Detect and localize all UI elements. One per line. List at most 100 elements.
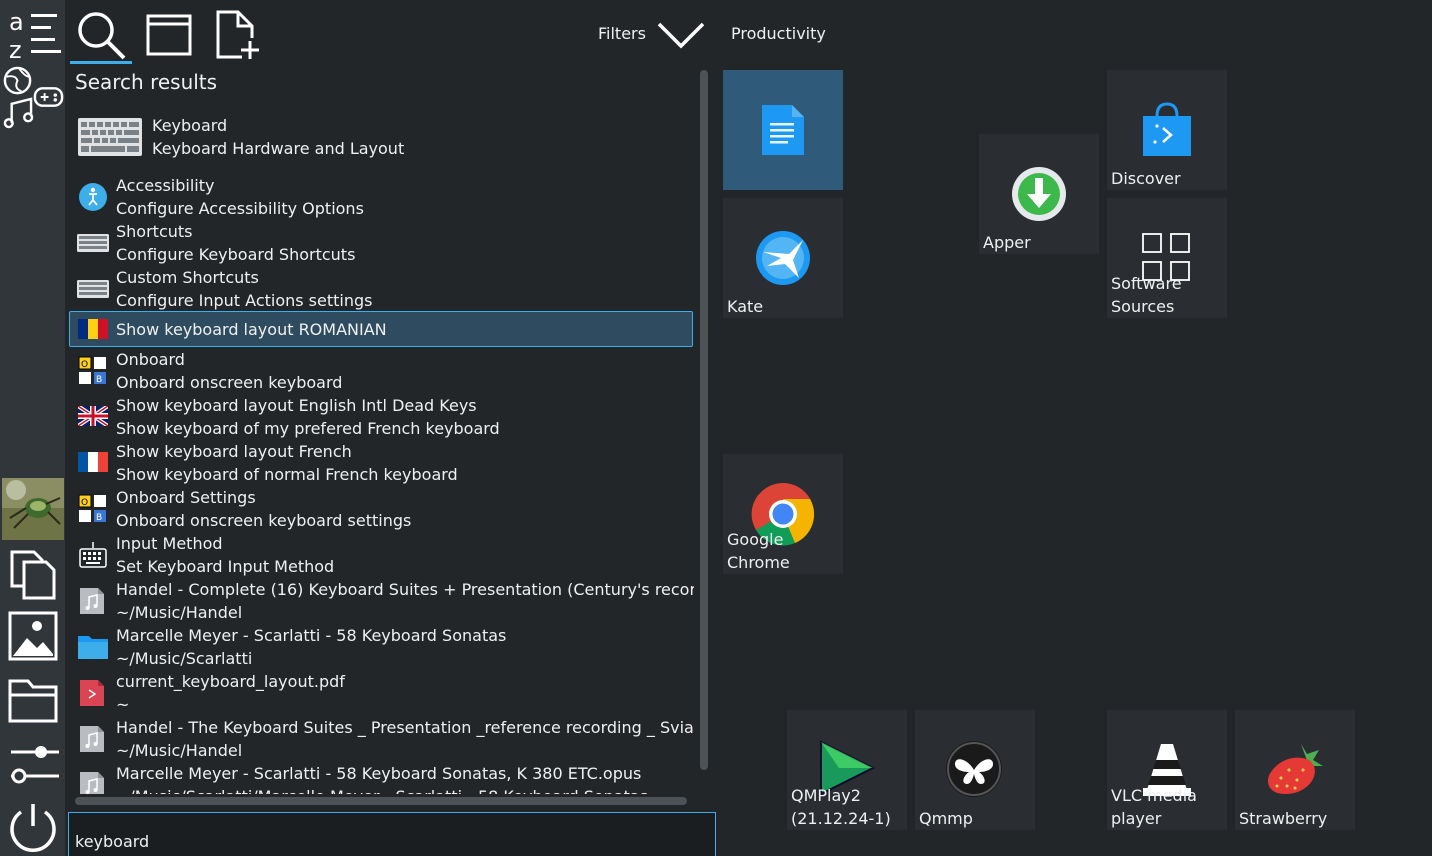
svg-text:a: a [9, 8, 24, 36]
qmmp-icon [945, 740, 1003, 802]
search-input[interactable] [68, 812, 716, 856]
svg-text:B: B [96, 513, 102, 523]
list-item[interactable]: Custom Shortcuts Configure Input Actions… [68, 266, 694, 312]
new-file-icon [216, 10, 259, 59]
list-item[interactable]: current_keyboard_layout.pdf ~ [68, 670, 694, 716]
list-item[interactable]: Show keyboard layout French Show keyboar… [68, 440, 694, 486]
keyboard-icon [78, 540, 108, 574]
result-subtitle: ~/Music/Scarlatti/Marcelle Meyer - Scarl… [116, 785, 648, 794]
audio-file-icon [78, 724, 106, 758]
app-tile-strawberry[interactable]: Strawberry [1235, 710, 1355, 830]
settings-sliders-icon[interactable] [2, 734, 64, 790]
vertical-scrollbar[interactable] [700, 70, 708, 770]
list-item[interactable]: Marcelle Meyer - Scarlatti - 58 Keyboard… [68, 624, 694, 670]
app-label: Strawberry [1239, 809, 1328, 828]
list-item[interactable]: OB Onboard Settings Onboard onscreen key… [68, 486, 694, 532]
app-tile-vlc[interactable]: VLC media player [1107, 710, 1227, 830]
internet-games-multimedia-icon[interactable] [2, 64, 64, 130]
result-title: Keyboard [152, 116, 228, 135]
app-label: Apper [983, 233, 1031, 252]
keyboard-icon [77, 234, 109, 256]
onboard-icon: OB [78, 356, 108, 390]
app-tile-google-chrome[interactable]: Google Chrome [723, 454, 843, 574]
app-tile-software-sources[interactable]: Software Sources [1107, 198, 1227, 318]
list-item-selected[interactable]: Show keyboard layout ROMANIAN [68, 312, 694, 346]
result-subtitle: ~/Music/Handel [116, 741, 243, 760]
windows-tab-button[interactable] [140, 6, 198, 64]
svg-text:B: B [96, 375, 102, 385]
result-subtitle: Show keyboard of my prefered French keyb… [116, 419, 500, 438]
chevron-down-icon[interactable] [655, 18, 707, 56]
list-item[interactable]: Input Method Set Keyboard Input Method [68, 532, 694, 578]
app-label: VLC media player [1111, 786, 1197, 828]
list-item[interactable]: Keyboard Keyboard Hardware and Layout [68, 108, 694, 166]
window-icon [146, 14, 192, 56]
result-title: Shortcuts [116, 222, 193, 241]
category-label[interactable]: Productivity [731, 24, 826, 43]
result-title: Show keyboard layout English Intl Dead K… [116, 396, 477, 415]
list-item[interactable]: Marcelle Meyer - Scarlatti - 58 Keyboard… [68, 762, 694, 794]
power-icon[interactable] [2, 798, 64, 856]
search-icon [78, 12, 126, 60]
result-subtitle: Onboard onscreen keyboard [116, 373, 343, 392]
app-label: QMPlay2 (21.12.24-1) [791, 786, 891, 828]
list-item[interactable]: Handel - The Keyboard Suites _ Presentat… [68, 716, 694, 762]
app-label: Qmmp [919, 809, 973, 828]
kate-icon [755, 230, 811, 290]
result-subtitle: ~ [116, 695, 130, 714]
result-title: Marcelle Meyer - Scarlatti - 58 Keyboard… [116, 764, 642, 783]
app-tile-writer[interactable] [723, 70, 843, 190]
result-title: Custom Shortcuts [116, 268, 259, 287]
app-tile-apper[interactable]: Apper [979, 134, 1099, 254]
result-title: Marcelle Meyer - Scarlatti - 58 Keyboard… [116, 626, 507, 645]
section-title: Search results [75, 70, 218, 94]
result-title: Handel - The Keyboard Suites _ Presentat… [116, 718, 694, 737]
audio-file-icon [78, 586, 106, 620]
new-document-tab-button[interactable] [208, 6, 266, 64]
pictures-icon[interactable] [2, 608, 64, 664]
result-subtitle: Set Keyboard Input Method [116, 557, 335, 576]
list-item[interactable]: Show keyboard layout English Intl Dead K… [68, 394, 694, 440]
app-tile-qmmp[interactable]: Qmmp [915, 710, 1035, 830]
app-tile-qmplay2[interactable]: QMPlay2 (21.12.24-1) [787, 710, 907, 830]
folder-icon[interactable] [2, 672, 64, 728]
active-tab-indicator [70, 61, 132, 64]
search-results-list: Keyboard Keyboard Hardware and Layout Ac… [68, 108, 694, 794]
user-avatar[interactable] [2, 478, 64, 540]
list-item[interactable]: Shortcuts Configure Keyboard Shortcuts [68, 220, 694, 266]
result-subtitle: Configure Keyboard Shortcuts [116, 245, 356, 264]
france-flag-icon [78, 452, 108, 476]
result-subtitle: Configure Input Actions settings [116, 291, 373, 310]
app-tile-discover[interactable]: Discover [1107, 70, 1227, 190]
result-title: current_keyboard_layout.pdf [116, 672, 345, 691]
strawberry-icon [1265, 740, 1325, 800]
horizontal-scrollbar[interactable] [75, 797, 687, 805]
documents-icon[interactable] [2, 546, 64, 602]
discover-icon [1141, 102, 1193, 162]
list-item[interactable]: OB Onboard Onboard onscreen keyboard [68, 348, 694, 394]
list-item[interactable]: Accessibility Configure Accessibility Op… [68, 174, 694, 220]
result-subtitle: Show keyboard of normal French keyboard [116, 465, 458, 484]
result-subtitle: Configure Accessibility Options [116, 199, 364, 218]
audio-file-icon [78, 770, 106, 794]
svg-text:O: O [81, 360, 88, 370]
result-title: Onboard [116, 350, 185, 369]
filters-label[interactable]: Filters [598, 24, 646, 43]
document-icon [760, 103, 806, 161]
app-tile-kate[interactable]: Kate [723, 198, 843, 318]
app-label: Kate [727, 297, 764, 316]
pdf-icon [78, 678, 106, 712]
accessibility-icon [78, 182, 108, 216]
result-title: Onboard Settings [116, 488, 256, 507]
uk-flag-icon [76, 404, 110, 430]
alphabetical-icon[interactable]: az [2, 6, 64, 62]
result-title: Handel - Complete (16) Keyboard Suites +… [116, 580, 694, 599]
app-label: Google Chrome [727, 530, 790, 572]
app-label: Software Sources [1111, 274, 1182, 316]
category-sidebar: az [0, 0, 65, 856]
result-subtitle: ~/Music/Scarlatti [116, 649, 253, 668]
list-item[interactable]: Handel - Complete (16) Keyboard Suites +… [68, 578, 694, 624]
result-title: Show keyboard layout ROMANIAN [116, 320, 387, 339]
onboard-icon: OB [78, 494, 108, 528]
search-tab-button[interactable] [72, 6, 130, 64]
